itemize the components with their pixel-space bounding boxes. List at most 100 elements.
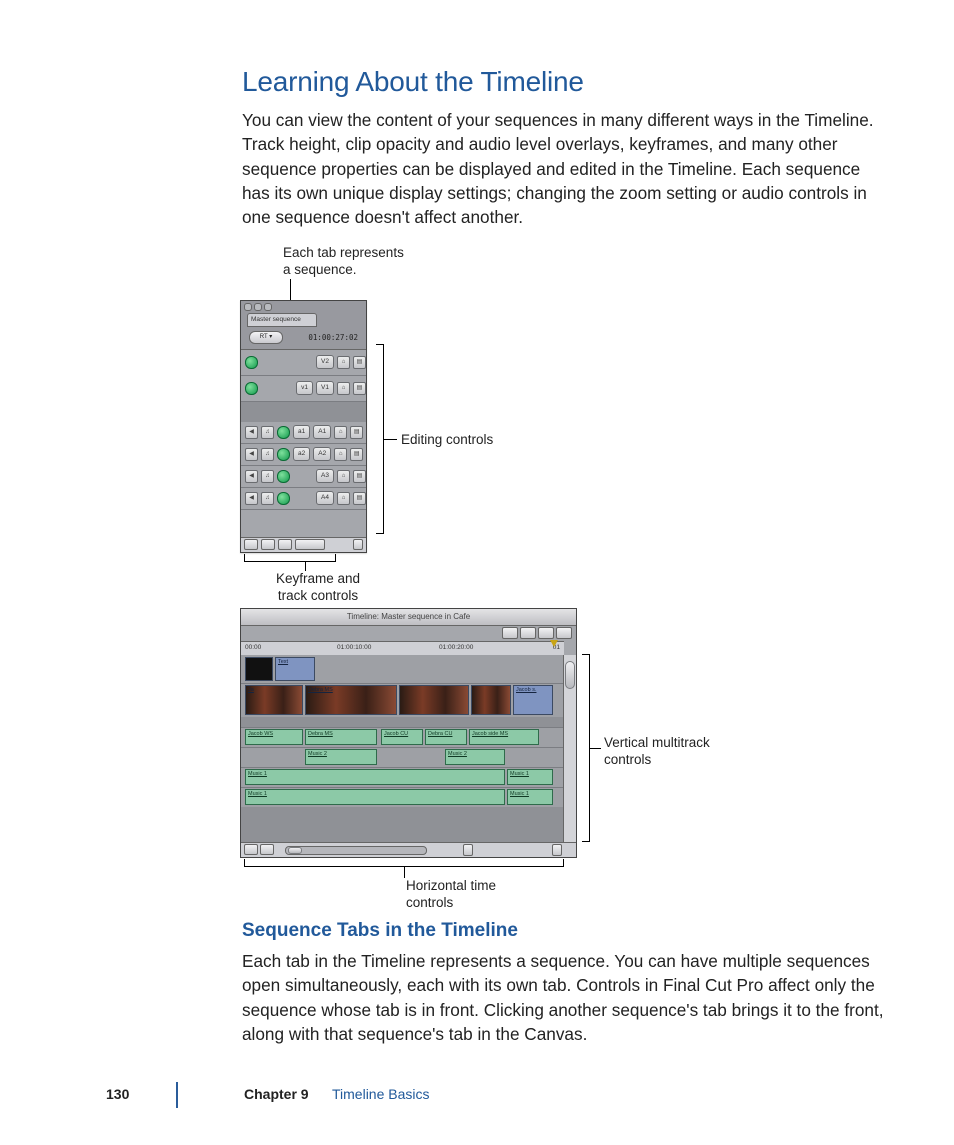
auto-select-toggle[interactable]: ▤ xyxy=(353,356,366,369)
toolbar-button[interactable] xyxy=(556,627,572,639)
clip-audio[interactable]: Music 1 xyxy=(245,769,505,785)
mute-icon[interactable]: ◀ xyxy=(245,492,258,505)
bracket-keyframe-controls xyxy=(244,554,336,562)
ruler-tick: 01:00:10:00 xyxy=(337,643,371,652)
lock-icon[interactable]: ⌂ xyxy=(334,426,347,439)
callout-vertical-controls: Vertical multitrack controls xyxy=(604,734,734,769)
toolbar-button[interactable] xyxy=(502,627,518,639)
mute-icon[interactable]: ◀ xyxy=(245,448,258,461)
lock-icon[interactable]: ⌂ xyxy=(337,492,350,505)
scrollbar-thumb[interactable] xyxy=(565,661,575,689)
ruler-tick: 01:00:20:00 xyxy=(439,643,473,652)
heading-learning-about-timeline: Learning About the Timeline xyxy=(242,62,892,102)
scroll-left-icon[interactable] xyxy=(463,844,473,856)
timeline-button-bar xyxy=(492,627,572,638)
dest-a4[interactable]: A4 xyxy=(316,491,334,505)
dest-a2[interactable]: A2 xyxy=(313,447,331,461)
clip-video[interactable]: Ja xyxy=(245,685,303,715)
chapter-title: Timeline Basics xyxy=(332,1085,430,1105)
track-audible-toggle[interactable] xyxy=(277,470,290,483)
clip-audio[interactable]: Debra MS xyxy=(305,729,377,745)
track-audible-toggle[interactable] xyxy=(277,448,290,461)
dest-v2[interactable]: V2 xyxy=(316,355,334,369)
toolbar-button[interactable] xyxy=(520,627,536,639)
zoom-slider-track[interactable] xyxy=(285,846,427,855)
clip-audio[interactable]: Music 2 xyxy=(305,749,377,765)
clip-label: Jacob CU xyxy=(384,731,408,739)
auto-select-toggle[interactable]: ▤ xyxy=(353,492,366,505)
heading-sequence-tabs: Sequence Tabs in the Timeline xyxy=(242,918,892,945)
clip-label: Music 1 xyxy=(510,771,529,779)
clip-audio[interactable]: Jacob CU xyxy=(381,729,423,745)
auto-select-toggle[interactable]: ▤ xyxy=(353,382,366,395)
clip-overlays-button[interactable] xyxy=(278,539,292,550)
figure-timeline-controls: Each tab represents a sequence. Master s… xyxy=(242,244,892,604)
callout-horizontal-controls: Horizontal time controls xyxy=(406,877,526,912)
scroll-right-icon[interactable] xyxy=(552,844,562,856)
timeline-edit-panel: Master sequence RT ▾ 01:00:27:02 V2 ⌂ ▤ xyxy=(240,300,367,553)
timeline-tracks-panel: Timeline: Master sequence in Cafe 00:00 … xyxy=(240,608,577,858)
track-audible-toggle[interactable] xyxy=(277,426,290,439)
lock-icon[interactable]: ⌂ xyxy=(337,382,350,395)
audio-controls-button[interactable] xyxy=(244,539,258,550)
callout-keyframe-controls: Keyframe and track controls xyxy=(263,570,373,605)
timecode-display[interactable]: 01:00:27:02 xyxy=(308,333,358,344)
footer-divider xyxy=(176,1082,178,1108)
lock-icon[interactable]: ⌂ xyxy=(334,448,347,461)
window-zoom-icon[interactable] xyxy=(264,303,272,311)
vertical-scrollbar[interactable] xyxy=(563,655,576,843)
solo-icon[interactable]: ♫ xyxy=(261,426,274,439)
solo-icon[interactable]: ♫ xyxy=(261,492,274,505)
rt-menu-button[interactable]: RT ▾ xyxy=(249,331,283,344)
clip-video[interactable] xyxy=(399,685,469,715)
solo-icon[interactable]: ♫ xyxy=(261,470,274,483)
chapter-label: Chapter 9 xyxy=(244,1085,309,1105)
clip-slug[interactable] xyxy=(245,657,273,681)
track-height-button[interactable] xyxy=(295,539,325,550)
timeline-tracks-area: Text Ja Debra MS Jacob s. Jacob WS Debra… xyxy=(241,655,564,843)
sequence-tab[interactable]: Master sequence xyxy=(247,313,317,327)
source-a2[interactable]: a2 xyxy=(293,447,310,461)
clip-video[interactable]: Debra MS xyxy=(305,685,397,715)
track-height-button[interactable] xyxy=(244,844,258,855)
window-close-icon[interactable] xyxy=(244,303,252,311)
track-audible-toggle[interactable] xyxy=(277,492,290,505)
clip-audio[interactable]: Debra CU xyxy=(425,729,467,745)
source-a1[interactable]: a1 xyxy=(293,425,310,439)
lock-icon[interactable]: ⌂ xyxy=(337,470,350,483)
lock-icon[interactable]: ⌂ xyxy=(337,356,350,369)
scroll-right-icon[interactable] xyxy=(353,539,363,550)
source-v1[interactable]: v1 xyxy=(296,381,313,395)
solo-icon[interactable]: ♫ xyxy=(261,448,274,461)
clip-video[interactable]: Jacob s. xyxy=(513,685,553,715)
clip-label: Ja xyxy=(248,687,254,695)
clip-keyframes-button[interactable] xyxy=(261,539,275,550)
window-traffic-lights xyxy=(244,303,272,311)
track-visibility-toggle[interactable] xyxy=(245,382,258,395)
clip-audio[interactable]: Jacob side MS xyxy=(469,729,539,745)
dest-a1[interactable]: A1 xyxy=(313,425,331,439)
clip-audio[interactable]: Music 1 xyxy=(507,789,553,805)
clip-audio[interactable]: Music 1 xyxy=(245,789,505,805)
auto-select-toggle[interactable]: ▤ xyxy=(350,426,363,439)
clip-audio[interactable]: Music 1 xyxy=(507,769,553,785)
dest-v1[interactable]: V1 xyxy=(316,381,334,395)
callout-vertical-leader xyxy=(589,748,601,749)
callout-editing-controls: Editing controls xyxy=(401,431,493,449)
track-height-button[interactable] xyxy=(260,844,274,855)
auto-select-toggle[interactable]: ▤ xyxy=(353,470,366,483)
dest-a3[interactable]: A3 xyxy=(316,469,334,483)
playhead-icon[interactable] xyxy=(550,640,558,647)
clip-text[interactable]: Text xyxy=(275,657,315,681)
zoom-slider-thumb[interactable] xyxy=(288,847,302,854)
clip-audio[interactable]: Music 2 xyxy=(445,749,505,765)
mute-icon[interactable]: ◀ xyxy=(245,426,258,439)
track-visibility-toggle[interactable] xyxy=(245,356,258,369)
clip-audio[interactable]: Jacob WS xyxy=(245,729,303,745)
clip-video[interactable] xyxy=(471,685,511,715)
track-header-area: V2 ⌂ ▤ v1 V1 ⌂ ▤ ◀ ♫ xyxy=(241,349,366,538)
mute-icon[interactable]: ◀ xyxy=(245,470,258,483)
toolbar-button[interactable] xyxy=(538,627,554,639)
auto-select-toggle[interactable]: ▤ xyxy=(350,448,363,461)
window-min-icon[interactable] xyxy=(254,303,262,311)
